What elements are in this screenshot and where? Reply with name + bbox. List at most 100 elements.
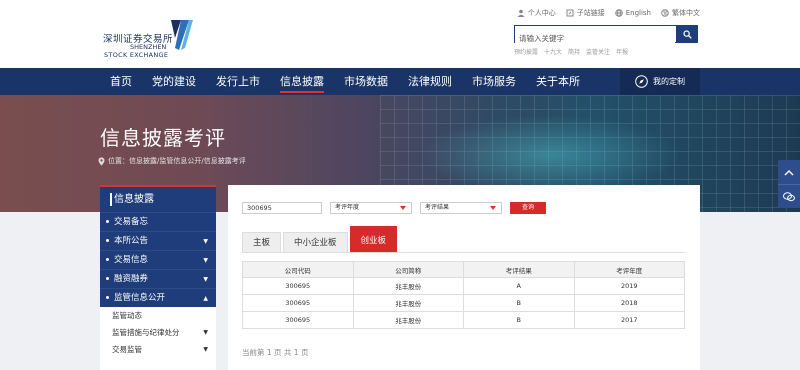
- logo-english-line1: SHENZHEN: [130, 43, 167, 51]
- nav-item-party[interactable]: 党的建设: [142, 68, 206, 95]
- chevron-down-icon: ▼: [203, 346, 208, 353]
- result-select-label: 考评结果: [425, 204, 450, 211]
- year-select-label: 考评年度: [335, 204, 360, 211]
- table-row: 300695 兆丰股份 B 2018: [242, 294, 685, 312]
- wechat-button[interactable]: [778, 184, 800, 208]
- dropdown-arrow-icon: [400, 206, 406, 210]
- company-code-input[interactable]: 300695: [242, 202, 322, 214]
- nav-item-rules[interactable]: 法律规则: [398, 68, 462, 95]
- column-header: 考评年度: [573, 261, 685, 278]
- chevron-up-icon: ▲: [203, 295, 208, 302]
- bullet-icon: [106, 296, 109, 299]
- cell-code: 300695: [242, 277, 354, 295]
- main-content: 300695 考评年度 考评结果 查询 主板 中小企业板 创业板 公司代码 公司…: [228, 185, 700, 370]
- breadcrumb: 位置：信息披露/监管信息公开/信息披露考评: [98, 156, 246, 166]
- cell-result: B: [463, 311, 575, 329]
- my-custom-button[interactable]: 我的定制: [620, 68, 700, 95]
- cell-result: B: [463, 294, 575, 312]
- floating-toolbar: [778, 160, 800, 208]
- column-header: 公司代码: [242, 261, 354, 278]
- breadcrumb-text[interactable]: 位置：信息披露/监管信息公开/信息披露考评: [108, 156, 246, 166]
- bullet-icon: [106, 258, 109, 261]
- szse-logo[interactable]: 深圳证券交易所 SHENZHEN STOCK EXCHANGE: [103, 18, 193, 60]
- main-nav: 首页 党的建设 发行上市 信息披露 市场数据 法律规则 市场服务 关于本所 我的…: [0, 68, 800, 95]
- sidebar-item-supervision[interactable]: 监管信息公开 ▲: [100, 288, 216, 307]
- location-pin-icon: [98, 157, 105, 166]
- table-row: 300695 兆丰股份 A 2019: [242, 277, 685, 295]
- cell-year: 2019: [573, 277, 685, 295]
- nav-item-about[interactable]: 关于本所: [526, 68, 590, 95]
- nav-item-home[interactable]: 首页: [100, 68, 142, 95]
- column-header: 公司简称: [352, 261, 464, 278]
- compass-icon: [635, 75, 648, 88]
- toplink-label: 子站链接: [576, 9, 605, 17]
- nav-item-disclosure[interactable]: 信息披露: [270, 68, 334, 95]
- link-icon: [566, 9, 574, 17]
- sidebar-subitem-label: 监管措施与纪律处分: [112, 328, 180, 337]
- sidebar-subitem-dynamics[interactable]: 监管动态: [100, 307, 216, 324]
- globe-icon: [614, 9, 623, 17]
- hotword-link[interactable]: 十九大: [544, 47, 562, 56]
- query-button[interactable]: 查询: [510, 202, 546, 214]
- chevron-down-icon: ▼: [203, 276, 208, 283]
- back-to-top-button[interactable]: [778, 160, 800, 184]
- hotword-link[interactable]: 年报: [616, 47, 628, 56]
- sidebar-item-label: 交易信息: [114, 255, 149, 265]
- cell-year: 2017: [573, 311, 685, 329]
- nav-item-services[interactable]: 市场服务: [462, 68, 526, 95]
- tab-sme-board[interactable]: 中小企业板: [283, 232, 348, 252]
- sidebar-item-margin[interactable]: 融资融券 ▼: [100, 269, 216, 288]
- column-header: 考评结果: [463, 261, 575, 278]
- toplink-label: English: [625, 9, 651, 17]
- sidebar-item-label: 融资融券: [114, 274, 149, 284]
- toplink-english[interactable]: English: [614, 9, 651, 17]
- top-links: 个人中心 子站链接 English 繁 繁体中文: [517, 8, 700, 18]
- bullet-icon: [106, 220, 109, 223]
- year-select[interactable]: 考评年度: [330, 202, 412, 214]
- search-input[interactable]: [515, 30, 675, 47]
- logo-english-line2: STOCK EXCHANGE: [104, 51, 169, 59]
- sidebar-item-label: 本所公告: [114, 236, 149, 246]
- result-select[interactable]: 考评结果: [420, 202, 502, 214]
- bullet-icon: [106, 277, 109, 280]
- nav-item-listing[interactable]: 发行上市: [206, 68, 270, 95]
- sidebar-item-announcements[interactable]: 本所公告 ▼: [100, 231, 216, 250]
- search-box: [514, 25, 698, 47]
- hotword-link[interactable]: 预约披露: [514, 47, 538, 56]
- hotword-link[interactable]: 监管关注: [586, 47, 610, 56]
- user-icon: [517, 9, 525, 17]
- sidebar-item-trade-memo[interactable]: 交易备忘: [100, 212, 216, 231]
- table-row: 300695 兆丰股份 B 2017: [242, 311, 685, 329]
- toplink-substation[interactable]: 子站链接: [566, 8, 605, 18]
- banner-glow-decoration: [420, 115, 680, 195]
- cell-name: 兆丰股份: [352, 277, 464, 295]
- page-title: 信息披露考评: [100, 126, 226, 150]
- cell-code: 300695: [242, 294, 354, 312]
- toplink-personal[interactable]: 个人中心: [517, 8, 556, 18]
- search-button[interactable]: [676, 25, 698, 43]
- sidebar: 信息披露 交易备忘 本所公告 ▼ 交易信息 ▼ 融资融券 ▼ 监管信息公开 ▲ 监管动态…: [100, 185, 216, 370]
- sidebar-subitem-measures[interactable]: 监管措施与纪律处分 ▼: [100, 324, 216, 341]
- evaluation-table: 公司代码 公司简称 考评结果 考评年度 300695 兆丰股份 A 2019 3…: [242, 261, 685, 329]
- szse-logo-mark-icon: [171, 20, 193, 50]
- sidebar-subitem-label: 交易监管: [112, 345, 142, 354]
- board-tabs: 主板 中小企业板 创业板: [242, 226, 685, 253]
- sidebar-subitem-label: 监管动态: [112, 311, 142, 320]
- chevron-down-icon: ▼: [203, 238, 208, 245]
- sidebar-subitem-trade-supervision[interactable]: 交易监管 ▼: [100, 341, 216, 358]
- chevron-up-icon: [784, 169, 794, 175]
- toplink-label: 繁体中文: [672, 9, 700, 17]
- cell-year: 2018: [573, 294, 685, 312]
- toplink-traditional[interactable]: 繁 繁体中文: [661, 8, 700, 18]
- sidebar-item-trade-info[interactable]: 交易信息 ▼: [100, 250, 216, 269]
- tab-chinext[interactable]: 创业板: [349, 226, 398, 252]
- search-icon: [682, 29, 692, 39]
- hotword-link[interactable]: 简持: [568, 47, 580, 56]
- wechat-icon: [783, 191, 795, 201]
- sidebar-item-label: 交易备忘: [114, 217, 149, 227]
- my-custom-label: 我的定制: [653, 77, 685, 86]
- nav-item-market-data[interactable]: 市场数据: [334, 68, 398, 95]
- tab-main-board[interactable]: 主板: [242, 232, 282, 252]
- table-header-row: 公司代码 公司简称 考评结果 考评年度: [242, 261, 685, 278]
- dropdown-arrow-icon: [490, 206, 496, 210]
